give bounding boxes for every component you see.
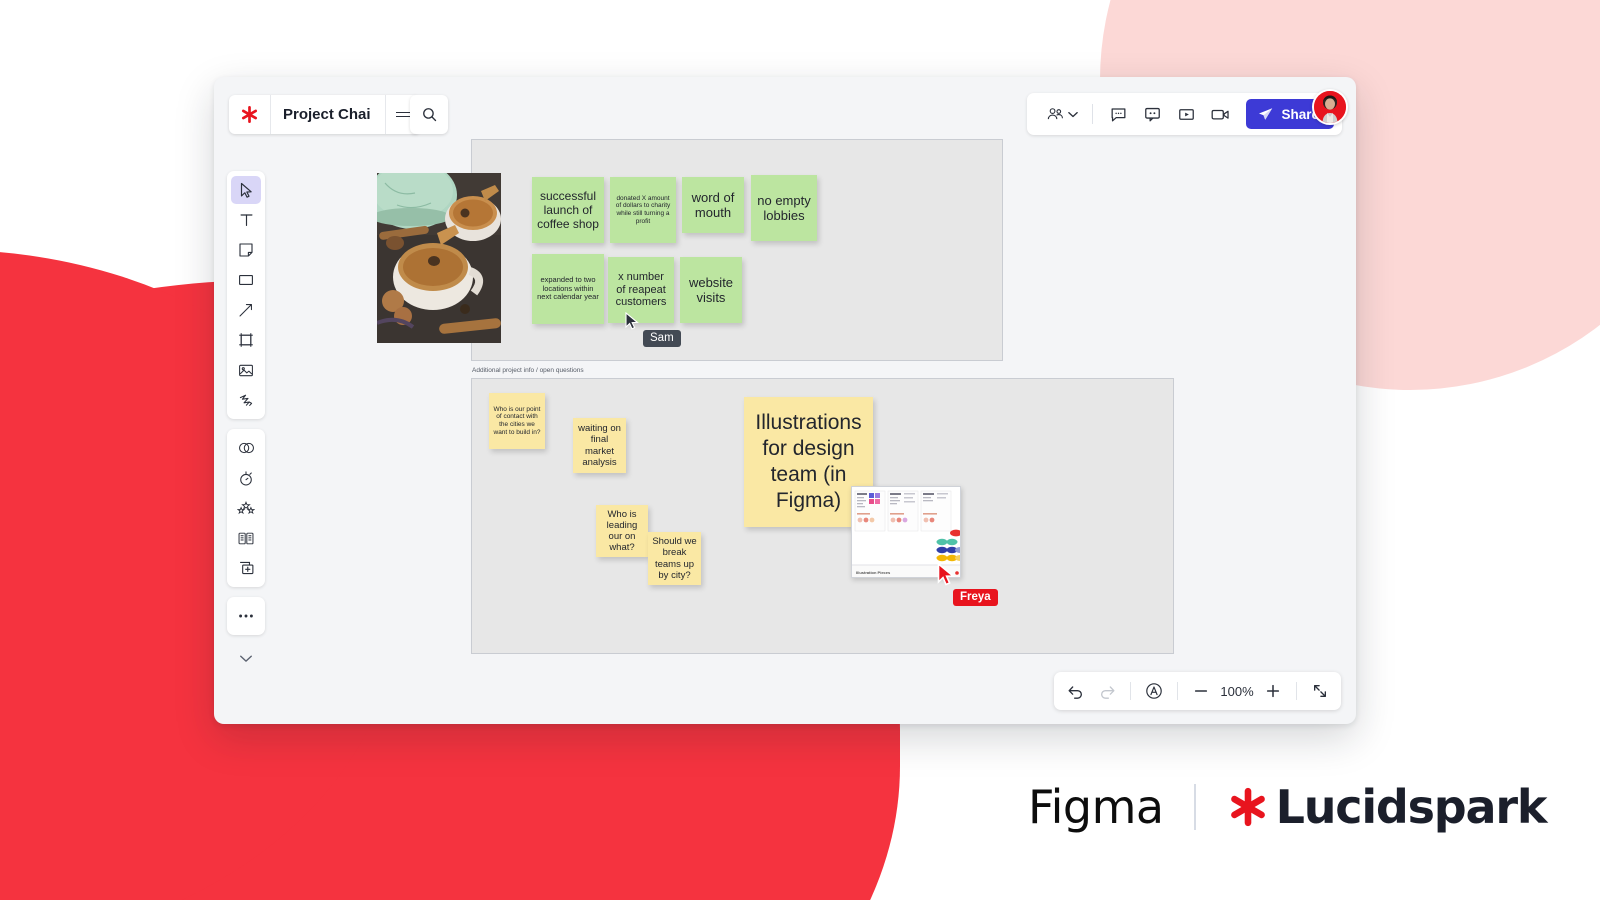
note-text: Who is our point of contact with the cit…: [493, 405, 541, 436]
bottom-toolbar: 100%: [1054, 672, 1341, 710]
sticky-note[interactable]: Who is our point of contact with the cit…: [489, 393, 545, 449]
sticky-note[interactable]: Should we break teams up by city?: [648, 532, 701, 585]
lucidspark-logo-text: Lucidspark: [1275, 780, 1548, 834]
note-text: Should we break teams up by city?: [652, 536, 697, 581]
sticky-note[interactable]: waiting on final market analysis: [573, 418, 626, 473]
circled-a-icon: [1146, 683, 1162, 699]
note-text: word of mouth: [691, 189, 735, 220]
figma-logo-text: Figma: [1028, 780, 1164, 834]
embed-title: Illustration Pieces: [856, 570, 891, 575]
frame-goals[interactable]: [471, 139, 1003, 361]
note-text: x number of reapeat customers: [615, 270, 667, 309]
cursor-name-label: Freya: [953, 589, 998, 606]
undo-button[interactable]: [1060, 677, 1090, 705]
cursor-pointer-icon: [937, 562, 956, 586]
sticky-note[interactable]: expanded to two locations within next ca…: [532, 254, 604, 324]
sticky-note[interactable]: word of mouth: [682, 177, 744, 233]
board-canvas[interactable]: Additional project info / open questions: [214, 77, 1356, 724]
sticky-note[interactable]: Who is leading our on what?: [596, 505, 648, 557]
plus-icon: [1266, 684, 1280, 698]
minus-icon: [1194, 690, 1208, 692]
chai-latte-photo: [377, 173, 501, 343]
sticky-note[interactable]: donated X amount of dollars to charity w…: [610, 177, 676, 243]
note-text: no empty lobbies: [757, 192, 811, 223]
collaborator-cursor-freya: Freya: [937, 562, 998, 606]
chai-latte-image[interactable]: [377, 173, 501, 343]
toolbar-divider: [1177, 682, 1178, 700]
undo-arrow-icon: [1068, 685, 1082, 699]
toolbar-divider: [1130, 682, 1131, 700]
fullscreen-button[interactable]: [1305, 677, 1335, 705]
frame-label: Additional project info / open questions: [472, 367, 584, 374]
sticky-note[interactable]: no empty lobbies: [751, 175, 817, 241]
sticky-note[interactable]: successful launch of coffee shop: [532, 177, 604, 243]
note-text: donated X amount of dollars to charity w…: [615, 194, 671, 225]
note-text: successful launch of coffee shop: [537, 188, 599, 232]
fullscreen-expand-icon: [1314, 685, 1326, 697]
note-text: website visits: [688, 274, 734, 305]
sticky-note[interactable]: x number of reapeat customers: [608, 257, 674, 323]
note-text: expanded to two locations within next ca…: [537, 274, 599, 302]
zoom-level-value[interactable]: 100%: [1218, 684, 1256, 699]
footer-branding: Figma Lucidspark: [1028, 780, 1548, 834]
note-text: Who is leading our on what?: [606, 508, 638, 554]
accessibility-button[interactable]: [1139, 677, 1169, 705]
cursor-name-label: Sam: [643, 330, 681, 347]
lucidspark-asterisk-logo: [1230, 787, 1265, 827]
toolbar-divider: [1296, 682, 1297, 700]
sticky-note[interactable]: website visits: [680, 257, 742, 323]
redo-button[interactable]: [1092, 677, 1122, 705]
brand-divider: [1193, 784, 1196, 830]
zoom-out-button[interactable]: [1186, 677, 1216, 705]
zoom-in-button[interactable]: [1258, 677, 1288, 705]
redo-arrow-icon: [1100, 685, 1115, 699]
lucidspark-app-window: Project Chai Share Additional project in…: [214, 77, 1356, 724]
note-text: waiting on final market analysis: [578, 423, 621, 468]
cursor-pointer-icon: [625, 311, 639, 330]
collaborator-cursor-sam: Sam: [625, 311, 681, 347]
